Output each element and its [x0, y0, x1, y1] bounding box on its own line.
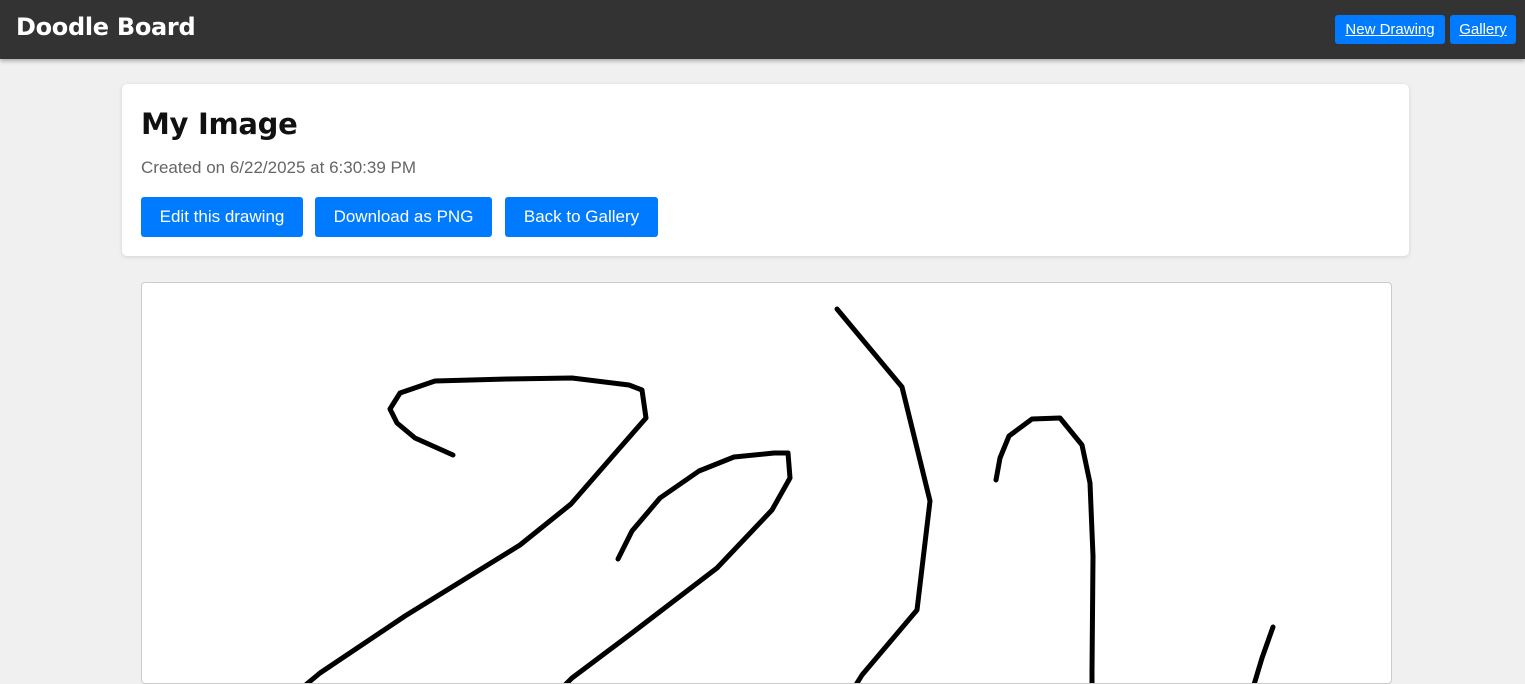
gallery-link[interactable]: Gallery [1450, 15, 1516, 44]
download-png-button[interactable]: Download as PNG [315, 197, 492, 237]
new-drawing-link[interactable]: New Drawing [1335, 15, 1445, 44]
edit-drawing-button[interactable]: Edit this drawing [141, 197, 303, 237]
drawing-title: My Image [141, 107, 298, 141]
top-navigation-bar: Doodle Board New Drawing Gallery [0, 0, 1525, 59]
doodle-stroke [834, 306, 933, 683]
brand-logo-text[interactable]: Doodle Board [16, 13, 196, 41]
drawing-info-card: My Image Created on 6/22/2025 at 6:30:39… [122, 84, 1409, 256]
doodle-artwork [304, 306, 1276, 683]
doodle-stroke [563, 450, 793, 683]
doodle-stroke [304, 375, 649, 683]
drawing-canvas [141, 282, 1392, 684]
created-timestamp: Created on 6/22/2025 at 6:30:39 PM [141, 158, 417, 177]
doodle-stroke [993, 415, 1096, 683]
back-to-gallery-button[interactable]: Back to Gallery [505, 197, 658, 237]
doodle-stroke [1251, 624, 1276, 683]
